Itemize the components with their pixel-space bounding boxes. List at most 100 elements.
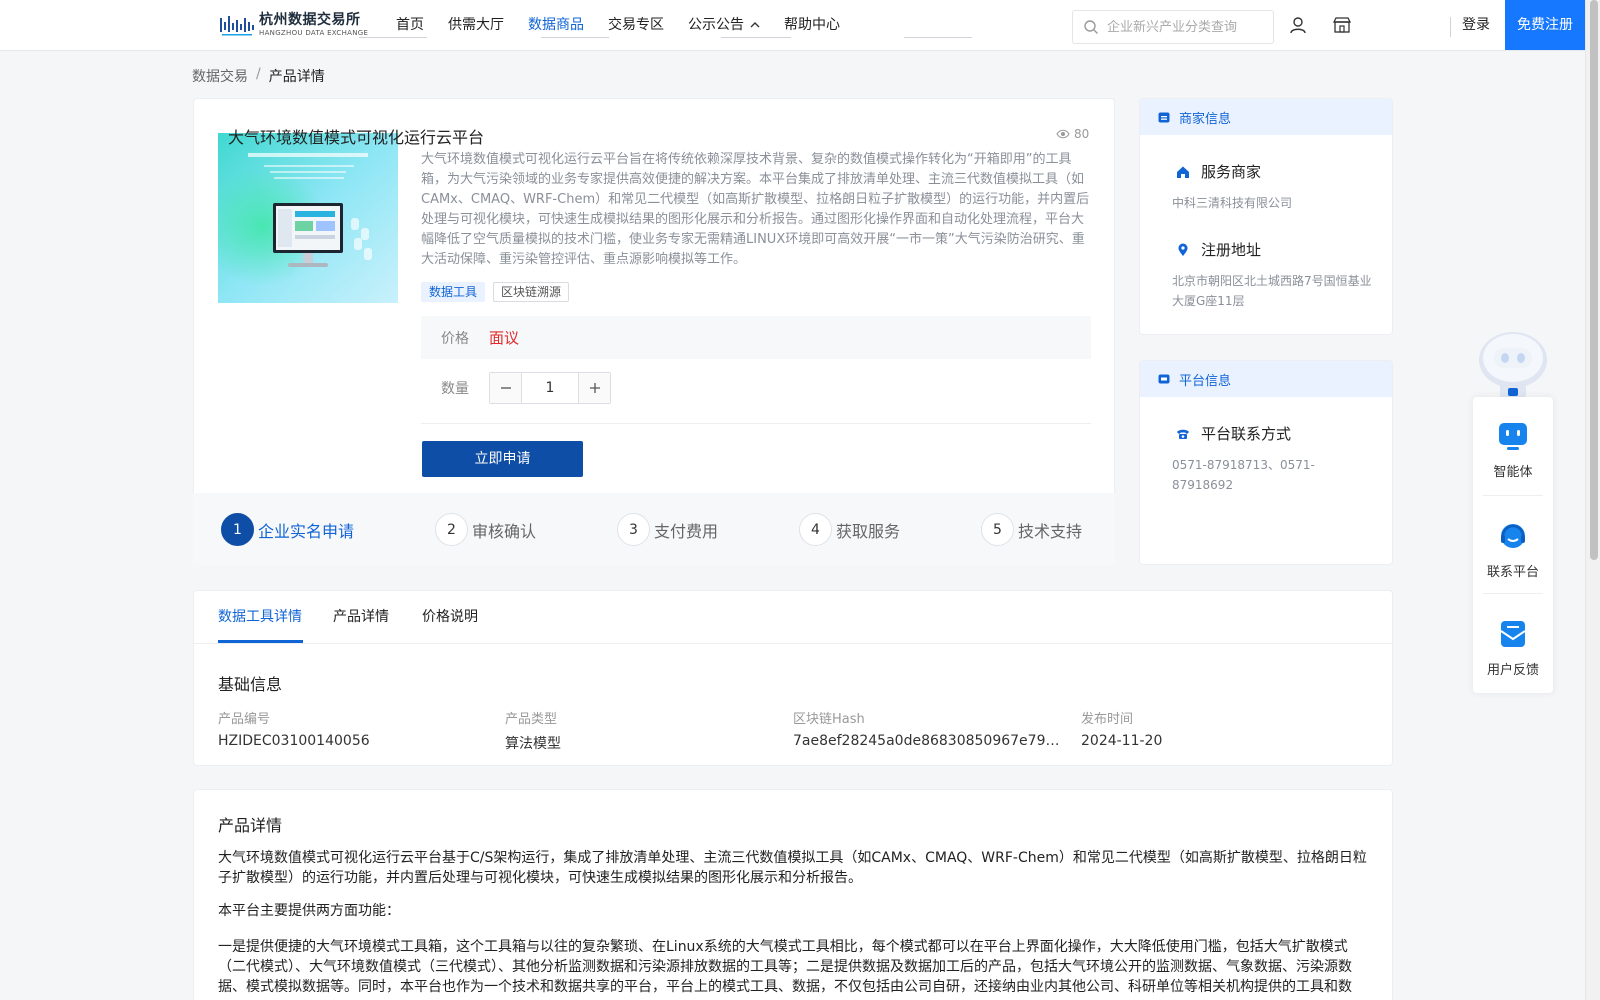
service-merchant-label: 服务商家 <box>1201 163 1262 181</box>
nav-trading-zone[interactable]: 交易专区 <box>608 0 664 50</box>
contact-platform-button[interactable]: 联系平台 <box>1473 497 1553 593</box>
field-publish-date: 发布时间 2024-11-20 <box>1081 708 1351 749</box>
robot-mascot-icon[interactable] <box>1474 324 1552 402</box>
logo-english: HANGZHOU DATA EXCHANGE <box>259 29 369 37</box>
platform-icon <box>1158 374 1170 384</box>
step-4: 4 获取服务 <box>799 513 900 546</box>
user-feedback-button[interactable]: 用户反馈 <box>1473 595 1553 691</box>
step-5: 5 技术支持 <box>981 513 1082 546</box>
view-count-value: 80 <box>1074 127 1090 141</box>
platform-contact-title: 平台联系方式 <box>1176 423 1291 444</box>
step-number: 2 <box>435 513 468 546</box>
minus-icon <box>500 387 511 389</box>
product-detail-card: 产品详情 大气环境数值模式可视化运行云平台基于C/S架构运行，集成了排放清单处理… <box>193 789 1393 1000</box>
register-button[interactable]: 免费注册 <box>1505 0 1585 50</box>
platform-panel-header: 平台信息 <box>1140 361 1392 397</box>
header-divider <box>1450 17 1451 37</box>
decrement-button[interactable] <box>490 373 521 403</box>
phone-icon <box>1177 429 1189 439</box>
step-connector <box>541 37 609 38</box>
user-feedback-label: 用户反馈 <box>1486 663 1539 678</box>
platform-panel: 平台信息 平台联系方式 0571-87918713、0571-87918692 <box>1139 360 1393 565</box>
tab-price-description[interactable]: 价格说明 <box>422 591 478 644</box>
apply-now-button[interactable]: 立即申请 <box>422 441 583 477</box>
nav-home[interactable]: 首页 <box>396 0 424 50</box>
location-pin-icon <box>1178 243 1188 256</box>
field-product-type: 产品类型 算法模型 <box>505 708 775 753</box>
search-input[interactable] <box>1107 19 1267 35</box>
price-label: 价格 <box>441 330 469 347</box>
step-label: 获取服务 <box>836 521 901 541</box>
product-title: 大气环境数值模式可视化运行云平台 <box>228 128 485 147</box>
quantity-stepper: 1 <box>489 372 611 404</box>
breadcrumb-root[interactable]: 数据交易 <box>192 66 248 86</box>
tab-data-tool-details[interactable]: 数据工具详情 <box>218 591 302 644</box>
merchant-heading: 商家信息 <box>1179 111 1232 127</box>
field-product-id: 产品编号 HZIDEC03100140056 <box>218 708 488 749</box>
step-connector <box>721 37 791 38</box>
agent-button[interactable]: 智能体 <box>1473 397 1553 493</box>
store-icon[interactable] <box>1332 15 1352 35</box>
breadcrumb-separator: / <box>256 66 261 82</box>
nav-data-products[interactable]: 数据商品 <box>528 0 584 50</box>
step-number: 1 <box>221 513 254 546</box>
quantity-value[interactable]: 1 <box>521 373 579 403</box>
field-value: HZIDEC03100140056 <box>218 733 370 749</box>
field-label: 产品编号 <box>218 712 271 727</box>
registered-address-title: 注册地址 <box>1176 239 1261 260</box>
product-description: 大气环境数值模式可视化运行云平台旨在将传统依赖深厚技术背景、复杂的数值模式操作转… <box>421 152 1090 267</box>
platform-contact-value: 0571-87918713、0571-87918692 <box>1172 458 1315 492</box>
step-label: 审核确认 <box>472 521 537 541</box>
float-widget: 智能体 联系平台 用户反馈 <box>1473 397 1553 693</box>
nav-announcements[interactable]: 公示公告 <box>688 0 760 50</box>
detail-tabs-card: 数据工具详情 产品详情 价格说明 基础信息 产品编号 HZIDEC0310014… <box>193 590 1394 766</box>
float-divider <box>1483 593 1543 594</box>
basic-info-title: 基础信息 <box>218 675 283 694</box>
step-label: 技术支持 <box>1018 521 1083 541</box>
divider <box>421 423 1091 424</box>
service-merchant-value: 中科三清科技有限公司 <box>1172 196 1293 210</box>
user-icon[interactable] <box>1288 15 1308 35</box>
step-2: 2 审核确认 <box>435 513 536 546</box>
search-box <box>1072 10 1274 44</box>
increment-button[interactable] <box>579 373 610 403</box>
main-nav: 首页 供需大厅 数据商品 交易专区 公示公告 帮助中心 <box>396 0 864 50</box>
quantity-row: 数量 1 <box>421 372 611 404</box>
field-label: 发布时间 <box>1081 712 1134 727</box>
contact-platform-label: 联系平台 <box>1486 565 1539 580</box>
step-3: 3 支付费用 <box>617 513 718 546</box>
logo[interactable]: 杭州数据交易所 HANGZHOU DATA EXCHANGE <box>219 10 368 40</box>
logo-mark-icon <box>220 16 254 36</box>
field-value: 2024-11-20 <box>1081 733 1163 749</box>
breadcrumb-current: 产品详情 <box>268 69 325 85</box>
platform-heading: 平台信息 <box>1179 373 1232 389</box>
feedback-icon <box>1500 621 1526 647</box>
step-connector <box>904 37 972 38</box>
price-box: 价格 面议 <box>421 316 1091 359</box>
detail-paragraph-3: 一是提供便捷的大气环境模式工具箱，这个工具箱与以往的复杂繁琐、在Linux系统的… <box>218 939 1352 995</box>
agent-label: 智能体 <box>1493 465 1533 480</box>
registered-address-label: 注册地址 <box>1201 241 1262 259</box>
step-label: 支付费用 <box>654 521 719 541</box>
eye-icon <box>1056 129 1070 139</box>
tab-product-details[interactable]: 产品详情 <box>333 591 389 644</box>
nav-help-center[interactable]: 帮助中心 <box>784 0 840 50</box>
nav-supply-demand[interactable]: 供需大厅 <box>448 0 504 50</box>
scrollbar-thumb[interactable] <box>1590 0 1598 560</box>
home-icon <box>1177 166 1189 178</box>
product-image <box>218 123 398 303</box>
headset-icon <box>1501 524 1525 548</box>
merchant-icon <box>1158 112 1170 123</box>
page: 杭州数据交易所 HANGZHOU DATA EXCHANGE 首页 供需大厅 数… <box>0 0 1600 1000</box>
step-connector <box>359 37 427 38</box>
merchant-panel: 商家信息 服务商家 中科三清科技有限公司 注册地址 北京市朝阳区北土城西路7号国… <box>1139 98 1393 335</box>
search-icon <box>1084 20 1098 34</box>
vertical-scrollbar[interactable] <box>1585 0 1600 1000</box>
field-label: 产品类型 <box>505 712 558 727</box>
detail-paragraph-2: 本平台主要提供两方面功能： <box>218 903 400 919</box>
merchant-panel-header: 商家信息 <box>1140 99 1392 135</box>
login-link[interactable]: 登录 <box>1462 0 1490 50</box>
product-detail-title: 产品详情 <box>218 816 283 835</box>
chevron-up-icon <box>750 22 760 28</box>
plus-icon <box>589 383 600 393</box>
